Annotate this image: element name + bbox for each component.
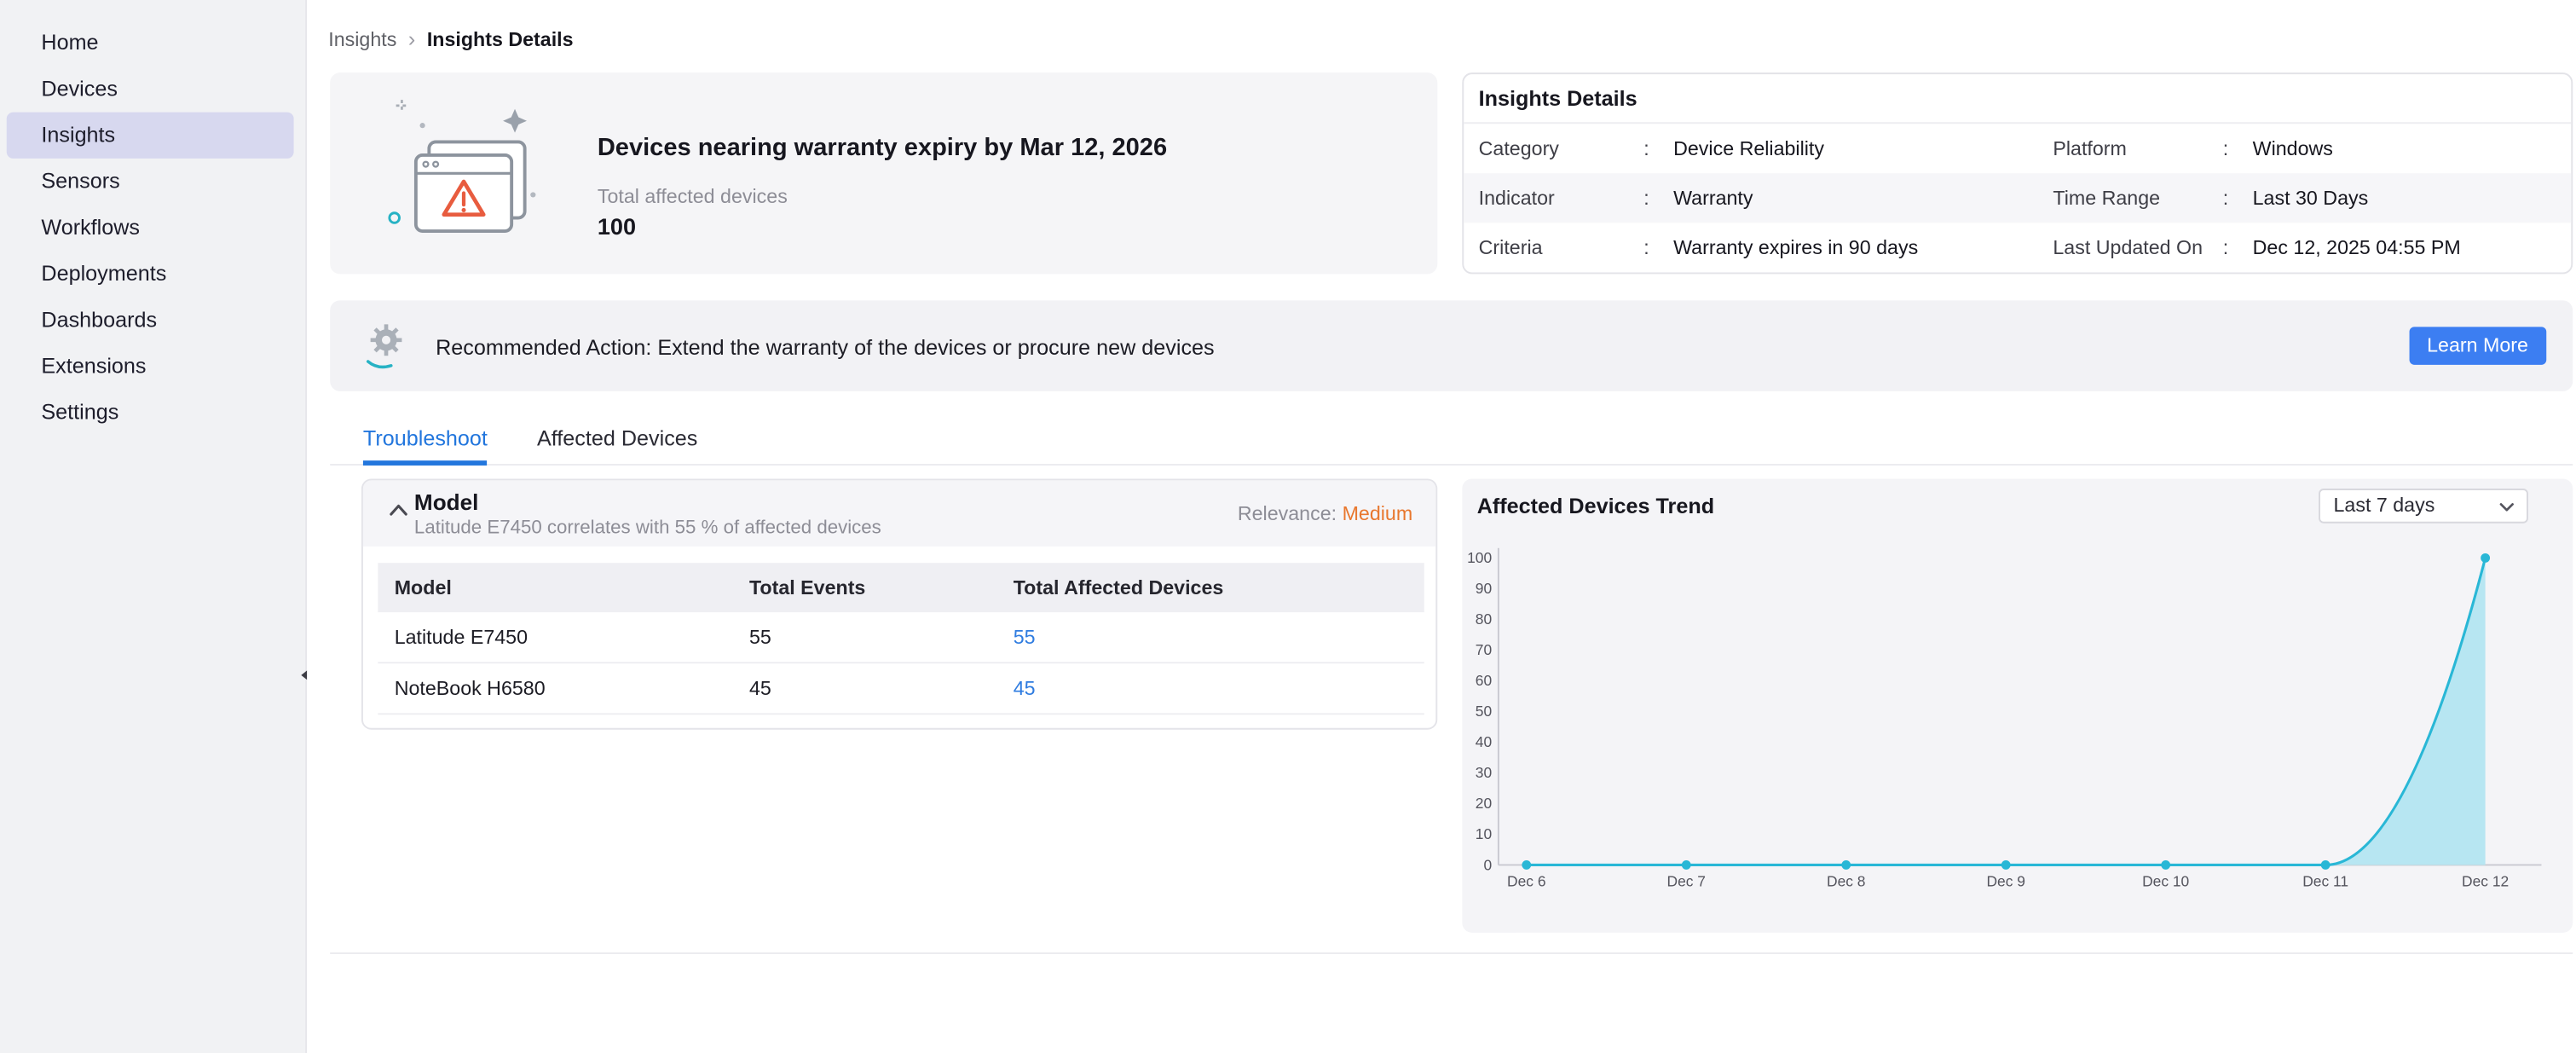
tab-troubleshoot[interactable]: Troubleshoot: [363, 416, 488, 466]
svg-text:Dec 12: Dec 12: [2462, 873, 2509, 890]
colon: :: [2223, 187, 2253, 210]
sidebar-item-devices[interactable]: Devices: [0, 66, 305, 112]
sidebar-item-dashboards[interactable]: Dashboards: [0, 297, 305, 343]
group-title: Model: [414, 490, 479, 515]
sidebar-item-insights[interactable]: Insights: [7, 113, 294, 159]
column-header-total-events: Total Events: [733, 576, 997, 599]
colon: :: [2223, 137, 2253, 160]
svg-text:50: 50: [1476, 703, 1492, 720]
details-row: Criteria : Warranty expires in 90 days L…: [1464, 223, 2571, 272]
colon: :: [1643, 187, 1673, 210]
learn-more-button[interactable]: Learn More: [2409, 327, 2546, 365]
svg-text:Dec 7: Dec 7: [1667, 873, 1706, 890]
sidebar-nav: Home Devices Insights Sensors Workflows …: [0, 0, 305, 436]
affected-devices-link[interactable]: 45: [996, 677, 1424, 700]
troubleshoot-group-header: Model Latitude E7450 correlates with 55 …: [363, 480, 1435, 546]
time-range-value: Last 7 days: [2334, 494, 2435, 517]
recommended-action-text: Recommended Action: Extend the warranty …: [436, 335, 1215, 360]
tab-affected-devices[interactable]: Affected Devices: [537, 416, 697, 466]
affected-devices-trend-panel: Affected Devices Trend Last 7 days 0 10 20…: [1462, 478, 2573, 932]
recommended-action-bar: Recommended Action: Extend the warranty …: [330, 300, 2573, 391]
chevron-up-icon[interactable]: [388, 502, 409, 518]
total-events-cell: 55: [733, 626, 997, 649]
svg-text:10: 10: [1476, 825, 1492, 842]
model-cell: NoteBook H6580: [378, 677, 732, 700]
table-row: NoteBook H6580 45 45: [378, 663, 1424, 715]
group-subtitle: Latitude E7450 correlates with 55 % of a…: [414, 518, 881, 538]
sidebar: Home Devices Insights Sensors Workflows …: [0, 0, 307, 1053]
detail-label: Last Updated On: [2053, 236, 2222, 259]
detail-value: Windows: [2253, 137, 2572, 160]
warranty-expiry-illustration-icon: [373, 92, 555, 254]
content-divider: [330, 952, 2573, 954]
svg-text:Dec 10: Dec 10: [2142, 873, 2189, 890]
svg-text:0: 0: [1483, 856, 1492, 873]
app-window: Home Devices Insights Sensors Workflows …: [0, 0, 2576, 1053]
main-content: Insights › Insights Details Devices: [307, 0, 2576, 1053]
sidebar-item-deployments[interactable]: Deployments: [0, 251, 305, 297]
colon: :: [2223, 236, 2253, 259]
table-header-row: Model Total Events Total Affected Device…: [378, 563, 1424, 612]
svg-text:20: 20: [1476, 795, 1492, 812]
column-header-model: Model: [378, 576, 732, 599]
tab-bar: Troubleshoot Affected Devices: [330, 416, 2573, 466]
svg-text:100: 100: [1467, 549, 1492, 566]
details-row: Category : Device Reliability Platform :…: [1464, 124, 2571, 173]
colon: :: [1643, 236, 1673, 259]
trend-chart: 0 10 20 30 40 50 60 70 80 90 100 Dec 6 Dec 7 Dec 8 Dec…: [1465, 535, 2562, 905]
affected-devices-link[interactable]: 55: [996, 626, 1424, 649]
total-affected-value: 100: [598, 213, 636, 240]
relevance-value: Medium: [1343, 502, 1413, 525]
sidebar-item-sensors[interactable]: Sensors: [0, 159, 305, 205]
detail-value: Device Reliability: [1673, 137, 2053, 160]
colon: :: [1643, 137, 1673, 160]
insights-details-card: Insights Details Category : Device Relia…: [1462, 72, 2573, 274]
svg-text:90: 90: [1476, 580, 1492, 597]
sidebar-item-home[interactable]: Home: [0, 20, 305, 66]
svg-text:60: 60: [1476, 672, 1492, 689]
detail-value: Last 30 Days: [2253, 187, 2572, 210]
total-events-cell: 45: [733, 677, 997, 700]
insight-summary-card: Devices nearing warranty expiry by Mar 1…: [330, 72, 1437, 274]
detail-value: Dec 12, 2025 04:55 PM: [2253, 236, 2572, 259]
svg-text:80: 80: [1476, 610, 1492, 628]
chevron-down-icon: [2498, 502, 2515, 514]
svg-text:Dec 8: Dec 8: [1827, 873, 1865, 890]
relevance-label: Relevance:: [1238, 502, 1337, 525]
detail-label: Time Range: [2053, 187, 2222, 210]
insights-details-title: Insights Details: [1464, 74, 2571, 124]
column-header-total-affected-devices: Total Affected Devices: [996, 576, 1424, 599]
svg-text:Dec 11: Dec 11: [2302, 873, 2348, 890]
model-cell: Latitude E7450: [378, 626, 732, 649]
detail-label: Category: [1479, 137, 1644, 160]
svg-text:30: 30: [1476, 764, 1492, 781]
detail-label: Platform: [2053, 137, 2222, 160]
sidebar-item-settings[interactable]: Settings: [0, 390, 305, 436]
time-range-dropdown[interactable]: Last 7 days: [2319, 489, 2528, 524]
insight-title: Devices nearing warranty expiry by Mar 1…: [598, 134, 1167, 162]
troubleshoot-model-card: Model Latitude E7450 correlates with 55 …: [361, 478, 1437, 729]
detail-label: Indicator: [1479, 187, 1644, 210]
breadcrumb-link-insights[interactable]: Insights: [328, 28, 396, 51]
detail-value: Warranty: [1673, 187, 2053, 210]
breadcrumb: Insights › Insights Details: [328, 28, 573, 51]
trend-title: Affected Devices Trend: [1477, 494, 1714, 518]
svg-text:40: 40: [1476, 733, 1492, 750]
detail-value: Warranty expires in 90 days: [1673, 236, 2053, 259]
breadcrumb-current: Insights Details: [427, 28, 574, 51]
sidebar-item-workflows[interactable]: Workflows: [0, 205, 305, 251]
svg-text:70: 70: [1476, 641, 1492, 658]
detail-label: Criteria: [1479, 236, 1644, 259]
svg-text:Dec 6: Dec 6: [1507, 873, 1545, 890]
svg-text:Dec 9: Dec 9: [1986, 873, 2024, 890]
gear-hand-icon: [360, 319, 413, 372]
details-row: Indicator : Warranty Time Range : Last 3…: [1464, 173, 2571, 223]
trend-chart-svg: 0 10 20 30 40 50 60 70 80 90 100 Dec 6 Dec 7 Dec 8 Dec…: [1465, 535, 2562, 905]
relevance-badge: Relevance: Medium: [1238, 502, 1412, 525]
breadcrumb-chevron-icon: ›: [408, 30, 415, 49]
table-row: Latitude E7450 55 55: [378, 612, 1424, 663]
total-affected-label: Total affected devices: [598, 185, 788, 208]
events-table: Model Total Events Total Affected Device…: [378, 563, 1424, 715]
sidebar-item-extensions[interactable]: Extensions: [0, 344, 305, 390]
